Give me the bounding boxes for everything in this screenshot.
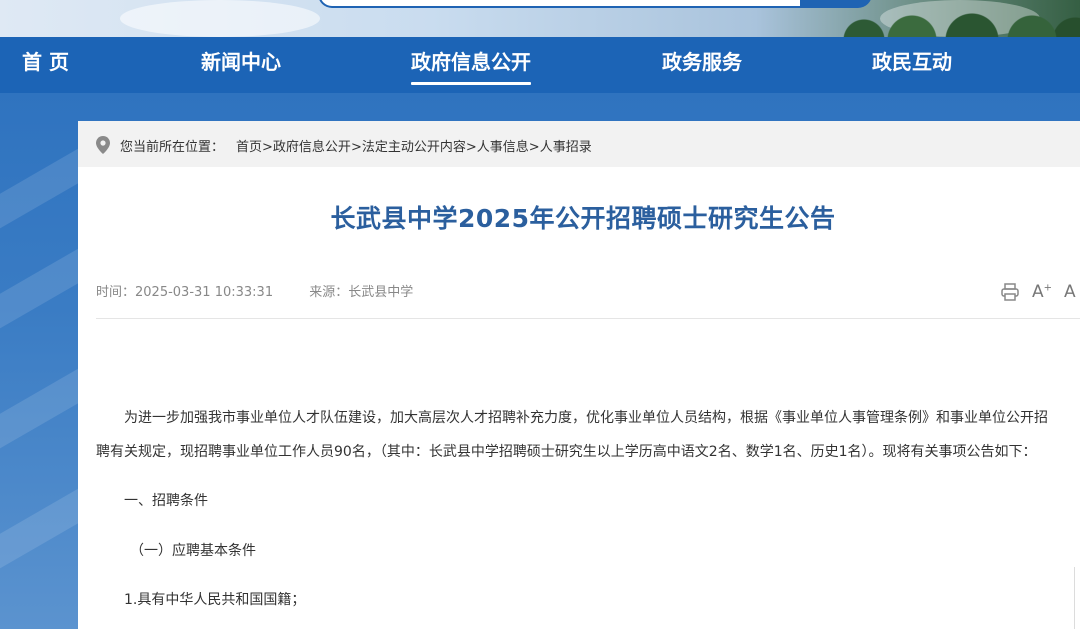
breadcrumb-separator: >: [350, 140, 362, 155]
breadcrumb: 您当前所在位置： 首页>政府信息公开>法定主动公开内容>人事信息>人事招录: [78, 121, 1080, 167]
font-increase-plus: +: [1043, 282, 1053, 294]
nav-item-news[interactable]: 新闻中心: [201, 37, 281, 93]
header-banner: [0, 0, 1080, 37]
time-value: 2025-03-31 10:33:31: [135, 285, 274, 300]
search-input[interactable]: [318, 0, 802, 8]
section-heading: 一、招聘条件: [124, 493, 208, 509]
breadcrumb-separator: >: [528, 140, 540, 155]
print-icon[interactable]: [1000, 282, 1020, 302]
breadcrumb-separator: >: [262, 140, 273, 155]
nav-item-home[interactable]: 首 页: [22, 37, 69, 93]
font-decrease-button[interactable]: A: [1064, 282, 1076, 302]
breadcrumb-separator: >: [465, 140, 477, 155]
breadcrumb-prefix: 您当前所在位置：: [120, 140, 225, 155]
breadcrumb-links: 首页>政府信息公开>法定主动公开内容>人事信息>人事招录: [236, 136, 592, 155]
breadcrumb-item-home[interactable]: 首页: [236, 140, 262, 155]
banner-forest: [840, 10, 1080, 37]
main-nav: 首 页 新闻中心 政府信息公开 政务服务 政民互动: [0, 37, 1080, 93]
location-pin-icon: [96, 136, 110, 154]
font-increase-button[interactable]: A+: [1032, 282, 1052, 302]
breadcrumb-item-statutory[interactable]: 法定主动公开内容: [362, 140, 466, 155]
article-title: 长武县中学2025年公开招聘硕士研究生公告: [330, 204, 836, 233]
breadcrumb-item-recruitment[interactable]: 人事招录: [540, 140, 592, 155]
content-panel: 您当前所在位置： 首页>政府信息公开>法定主动公开内容>人事信息>人事招录 长武…: [78, 121, 1080, 629]
nav-item-gov-info[interactable]: 政府信息公开: [411, 37, 531, 93]
time-label: 时间：: [96, 285, 136, 300]
paragraph-intro-cont: 聘有关规定，现招聘事业单位工作人员90名，（其中：长武县中学招聘硕士研究生以上学…: [96, 444, 1037, 460]
subsection-heading: （一）应聘基本条件: [130, 543, 256, 559]
paragraph-intro: 为进一步加强我市事业单位人才队伍建设，加大高层次人才招聘补充力度，优化事业单位人…: [124, 410, 1048, 426]
list-item: 1.具有中华人民共和国国籍；: [124, 592, 306, 608]
breadcrumb-item-gov-info[interactable]: 政府信息公开: [273, 140, 351, 155]
page: 首 页 新闻中心 政府信息公开 政务服务 政民互动 您当前所在位置： 首页>政府…: [0, 0, 1080, 629]
font-increase-label: A: [1032, 282, 1044, 302]
meta-divider: [96, 318, 1080, 319]
search-button[interactable]: [800, 0, 872, 8]
banner-cloud: [120, 0, 320, 37]
source-value: 长武县中学: [348, 285, 414, 300]
nav-item-interaction[interactable]: 政民互动: [872, 37, 952, 93]
nav-item-services[interactable]: 政务服务: [662, 37, 742, 93]
article-meta: 时间：2025-03-31 10:33:31 来源：长武县中学: [96, 281, 413, 300]
breadcrumb-item-personnel[interactable]: 人事信息: [477, 140, 529, 155]
side-widget[interactable]: [1074, 567, 1080, 629]
source-label: 来源：: [309, 285, 349, 300]
